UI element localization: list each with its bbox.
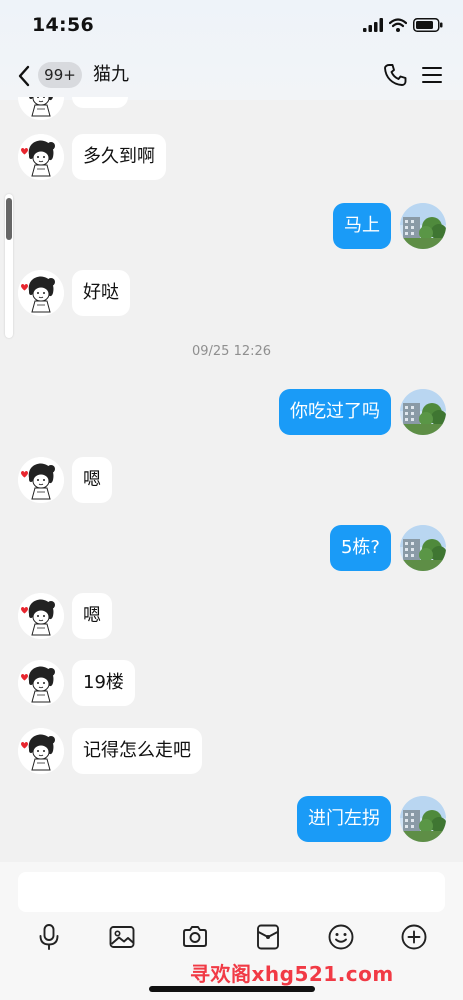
message-list[interactable]: 多久到啊 马上 好哒 09/25 12:26 你吃过了吗 嗯 5栋? 嗯 19楼… (0, 97, 463, 862)
message-bubble[interactable]: 好哒 (72, 270, 130, 316)
contact-avatar[interactable] (18, 97, 64, 120)
message-bubble[interactable]: 嗯 (72, 593, 112, 639)
plus-icon[interactable] (399, 922, 429, 952)
chat-header: 99+ 猫九 (0, 56, 463, 96)
contact-avatar[interactable] (18, 270, 64, 316)
message-input[interactable] (18, 872, 445, 912)
chat-title: 猫九 (93, 64, 129, 85)
red-packet-icon[interactable] (253, 922, 283, 952)
microphone-icon[interactable] (34, 922, 64, 952)
cellular-signal-icon (363, 18, 383, 32)
message-bubble[interactable]: 进门左拐 (297, 796, 391, 842)
battery-icon (413, 18, 443, 32)
emoji-icon[interactable] (326, 922, 356, 952)
my-avatar[interactable] (400, 203, 446, 249)
top-bar: 14:56 99+ 猫九 (0, 0, 463, 100)
message-bubble[interactable]: 你吃过了吗 (279, 389, 391, 435)
status-icons (363, 18, 443, 32)
my-avatar[interactable] (400, 389, 446, 435)
message-bubble[interactable]: 19楼 (72, 660, 135, 706)
contact-avatar[interactable] (18, 660, 64, 706)
unread-count-badge[interactable]: 99+ (38, 62, 82, 88)
my-avatar[interactable] (400, 525, 446, 571)
contact-avatar[interactable] (18, 593, 64, 639)
message-bubble[interactable]: 5栋? (329, 525, 391, 571)
camera-icon[interactable] (180, 922, 210, 952)
status-time: 14:56 (32, 14, 94, 36)
menu-icon[interactable] (421, 64, 443, 86)
scroll-thumb[interactable] (6, 198, 12, 240)
contact-avatar[interactable] (18, 134, 64, 180)
home-indicator[interactable] (149, 986, 315, 992)
scroll-indicator[interactable] (5, 194, 13, 338)
message-bubble[interactable]: 记得怎么走吧 (72, 728, 202, 774)
phone-icon[interactable] (382, 62, 408, 88)
image-icon[interactable] (107, 922, 137, 952)
message-bubble-partial[interactable] (72, 97, 128, 108)
message-bubble[interactable]: 多久到啊 (72, 134, 166, 180)
my-avatar[interactable] (400, 796, 446, 842)
contact-avatar[interactable] (18, 457, 64, 503)
message-bubble[interactable]: 马上 (333, 203, 391, 249)
wifi-icon (389, 18, 407, 32)
contact-avatar[interactable] (18, 728, 64, 774)
message-timestamp: 09/25 12:26 (191, 344, 272, 359)
chevron-left-icon[interactable] (14, 63, 36, 89)
message-bubble[interactable]: 嗯 (72, 457, 112, 503)
watermark: 寻欢阁xhg521.com (190, 962, 394, 986)
